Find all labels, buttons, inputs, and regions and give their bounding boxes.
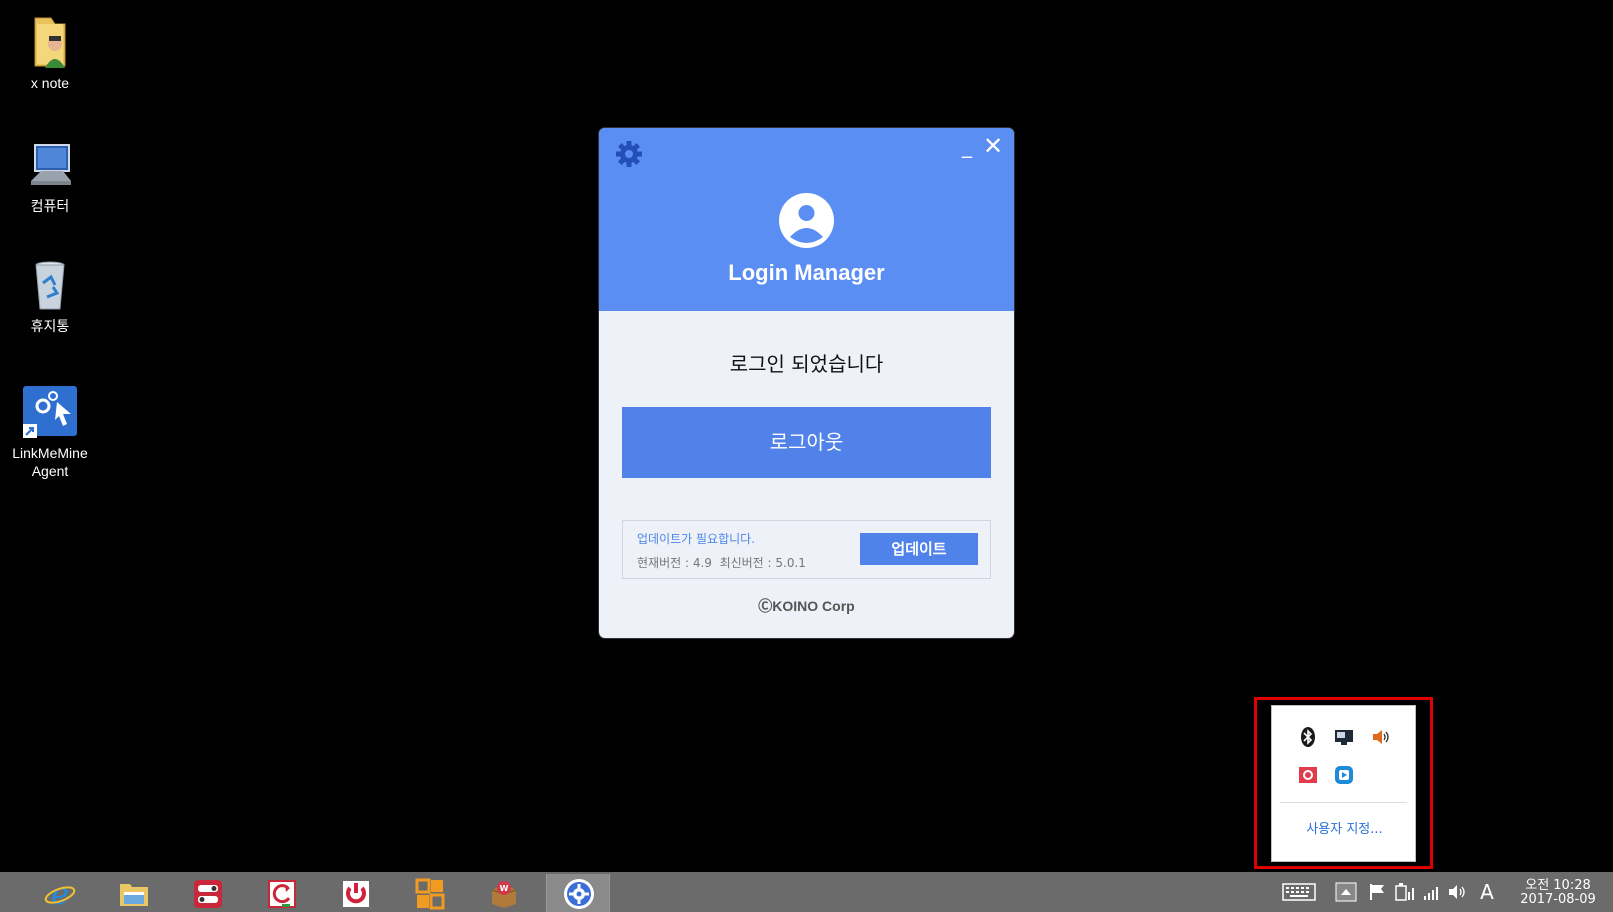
power-app-icon (340, 878, 372, 910)
minimize-button[interactable]: _ (957, 136, 977, 160)
taskbar-app-power[interactable] (324, 874, 388, 912)
desktop-icon-label: LinkMeMine Agent (12, 445, 88, 479)
clock-time[interactable]: 오전 10:28 (1508, 874, 1608, 893)
taskbar-app-remote-control[interactable] (176, 874, 240, 912)
office-icon (414, 878, 446, 910)
desktop-icon-recycle-bin[interactable]: 휴지통 (8, 257, 92, 335)
desktop-icon-computer[interactable]: 컴퓨터 (8, 137, 92, 215)
signal-bars-icon[interactable] (1421, 880, 1443, 904)
clock-date[interactable]: 2017-08-09 (1508, 892, 1608, 907)
taskbar-app-file-explorer[interactable] (102, 874, 166, 912)
sync-icon (266, 878, 298, 910)
desktop-icon-x-note[interactable]: x note (8, 14, 92, 92)
desktop: x note 컴퓨터 휴지통 LinkMeMine Agent _ ✕ Logi… (0, 0, 1613, 912)
desktop-icon-label: 컴퓨터 (30, 198, 70, 214)
settings-gear-icon[interactable] (615, 140, 643, 168)
update-notice: 업데이트가 필요합니다. (637, 532, 756, 546)
version-info: 현재버전 : 4.9 최신버전 : 5.0.1 (637, 554, 806, 571)
update-button[interactable]: 업데이트 (860, 533, 978, 565)
file-explorer-icon (118, 878, 150, 910)
taskbar-app-office[interactable] (398, 874, 462, 912)
package-icon: W (488, 878, 520, 910)
network-signal-icon[interactable] (1393, 880, 1417, 904)
login-manager-icon (563, 878, 595, 910)
internet-explorer-icon: e (44, 877, 76, 912)
latest-version: 최신버전 : 5.0.1 (719, 556, 806, 570)
taskbar-app-internet-explorer[interactable]: e (28, 874, 92, 912)
linkmemine-agent-icon (21, 384, 79, 442)
volume-icon[interactable] (1447, 880, 1469, 904)
login-status-message: 로그인 되었습니다 (729, 352, 884, 376)
window-header: _ ✕ Login Manager (599, 128, 1014, 311)
remote-control-icon (192, 878, 224, 910)
taskbar: e W A 오전 10:28 2017-08-09 (0, 872, 1613, 912)
highlight-annotation (1254, 697, 1433, 869)
ime-mode-indicator[interactable]: A (1475, 880, 1499, 904)
recycle-bin-icon (21, 257, 79, 315)
keyboard-icon[interactable] (1282, 880, 1316, 904)
action-center-flag-icon[interactable] (1366, 880, 1388, 904)
app-title: Login Manager (728, 260, 885, 285)
update-panel: 업데이트가 필요합니다. 현재버전 : 4.9 최신버전 : 5.0.1 업데이… (622, 520, 991, 579)
copyright-text: ⒸKOINO Corp (758, 598, 855, 614)
desktop-icon-label: 휴지통 (30, 318, 70, 334)
desktop-icon-linkmemine-agent[interactable]: LinkMeMine Agent (8, 384, 92, 480)
user-avatar-icon (779, 193, 834, 248)
taskbar-app-login-manager[interactable] (546, 874, 610, 912)
close-button[interactable]: ✕ (981, 134, 1005, 158)
folder-user-icon (21, 14, 79, 72)
logout-button[interactable]: 로그아웃 (622, 407, 991, 478)
computer-icon (21, 137, 79, 195)
current-version: 현재버전 : 4.9 (637, 556, 712, 570)
login-manager-window: _ ✕ Login Manager 로그인 되었습니다 로그아웃 업데이트가 필… (599, 128, 1014, 638)
show-hidden-icons-icon[interactable] (1335, 880, 1357, 904)
svg-text:e: e (51, 878, 69, 910)
desktop-icon-label: x note (30, 75, 70, 91)
taskbar-app-sync[interactable] (250, 874, 314, 912)
taskbar-app-package[interactable]: W (472, 874, 536, 912)
svg-text:W: W (500, 884, 509, 893)
